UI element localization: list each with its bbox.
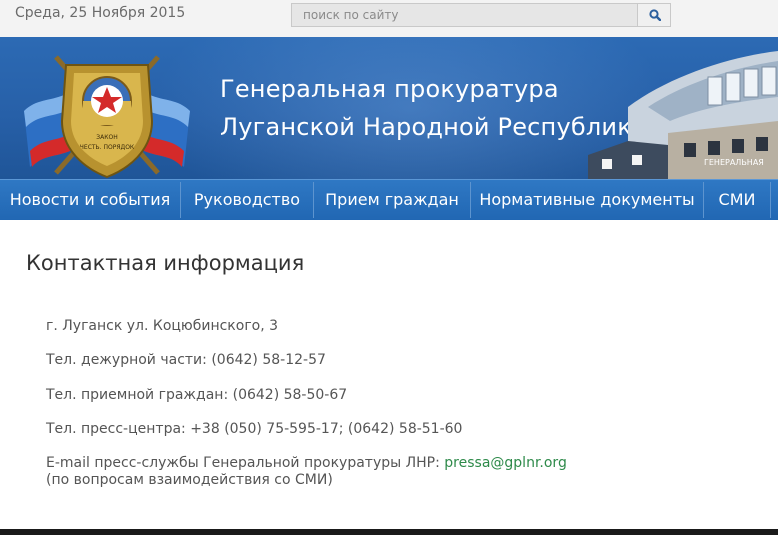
site-title-line1: Генеральная прокуратура	[220, 75, 559, 103]
search-icon	[649, 9, 661, 21]
nav-item-reception[interactable]: Прием граждан	[314, 180, 470, 220]
building-image: ГЕНЕРАЛЬНАЯ	[588, 51, 778, 179]
search-button[interactable]	[637, 3, 671, 27]
nav-item-documents[interactable]: Нормативные документы	[471, 180, 703, 220]
nav-item-news[interactable]: Новости и события	[0, 180, 180, 220]
site-search	[291, 3, 671, 27]
nav-item-media[interactable]: СМИ	[704, 180, 770, 220]
site-title-line2: Луганской Народной Республики	[220, 113, 648, 141]
reception-phone-text: Тел. приемной граждан: (0642) 58-50-67	[46, 387, 348, 403]
page-title: Контактная информация	[26, 251, 305, 275]
email-line: E-mail пресс-службы Генеральной прокурат…	[46, 455, 567, 471]
duty-phone-text: Тел. дежурной части: (0642) 58-12-57	[46, 352, 326, 368]
address-text: г. Луганск ул. Коцюбинского, 3	[46, 318, 279, 334]
top-bar: Среда, 25 Ноября 2015	[0, 0, 778, 37]
email-label: E-mail пресс-службы Генеральной прокурат…	[46, 455, 440, 471]
press-phone-text: Тел. пресс-центра: +38 (050) 75-595-17; …	[46, 421, 463, 437]
svg-text:ЧЕСТЬ. ПОРЯДОК: ЧЕСТЬ. ПОРЯДОК	[80, 144, 135, 151]
email-link[interactable]: pressa@gplnr.org	[444, 455, 567, 471]
header-banner: ЗАКОН ЧЕСТЬ. ПОРЯДОК Генеральная прокура…	[0, 37, 778, 179]
building-sign: ГЕНЕРАЛЬНАЯ	[704, 158, 764, 167]
bottom-edge	[0, 529, 778, 535]
current-date: Среда, 25 Ноября 2015	[15, 5, 186, 21]
nav-item-leadership[interactable]: Руководство	[181, 180, 313, 220]
search-input[interactable]	[291, 3, 637, 27]
email-note: (по вопросам взаимодействия со СМИ)	[46, 472, 333, 488]
emblem-logo[interactable]: ЗАКОН ЧЕСТЬ. ПОРЯДОК	[16, 51, 198, 179]
main-nav: Новости и события Руководство Прием граж…	[0, 179, 778, 220]
svg-text:ЗАКОН: ЗАКОН	[96, 134, 117, 141]
